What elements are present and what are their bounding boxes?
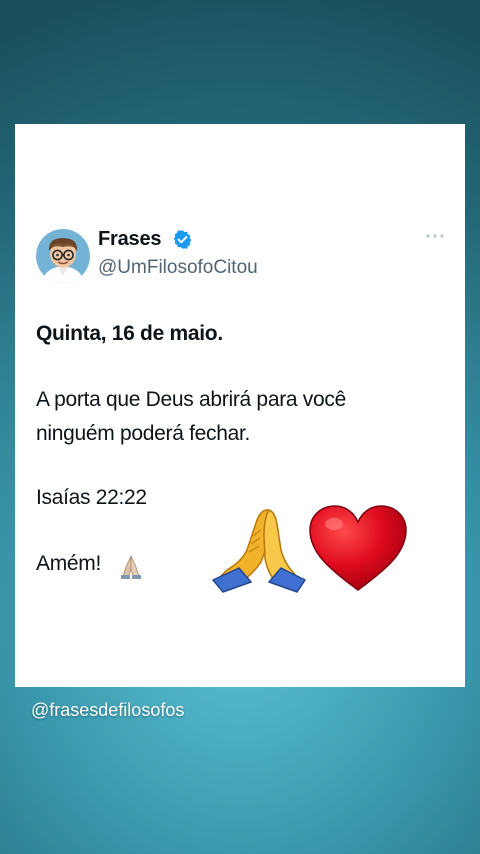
author-display-name[interactable]: Frases — [98, 228, 161, 251]
avatar[interactable] — [36, 229, 90, 283]
cartoon-philosopher-avatar-icon — [36, 229, 90, 283]
post-verse-reference: Isaías 22:22 — [36, 486, 147, 509]
post-body-line-1: A porta que Deus abrirá para você — [36, 388, 346, 411]
author-handle[interactable]: @UmFilosofoCitou — [98, 257, 258, 279]
post-amen: Amém! — [36, 552, 102, 575]
post-body-line-2: ninguém poderá fechar. — [36, 422, 251, 445]
post-card: Frases @UmFilosofoCitou Quinta, 16 de ma… — [15, 124, 465, 687]
more-options-icon[interactable] — [423, 227, 447, 245]
folded-hands-large-icon — [211, 509, 307, 593]
folded-hands-icon — [121, 555, 141, 579]
red-heart-icon — [309, 505, 407, 591]
verified-badge-icon — [173, 230, 192, 249]
watermark-handle: @frasesdefilosofos — [31, 700, 185, 720]
post-headline: Quinta, 16 de maio. — [36, 322, 223, 345]
